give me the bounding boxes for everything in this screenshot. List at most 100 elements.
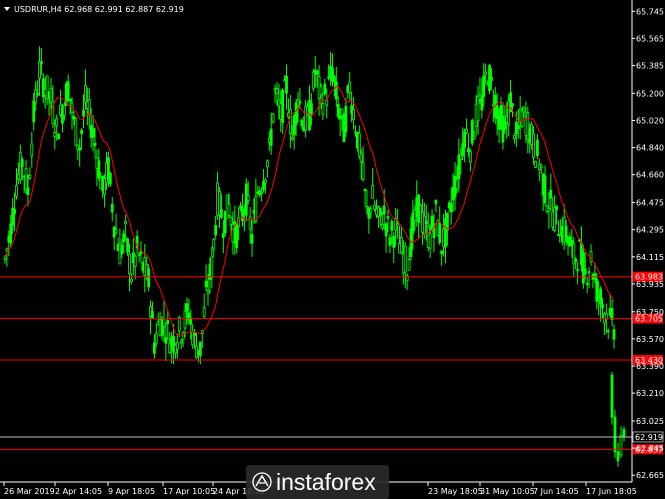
- candle-body: [403, 245, 407, 273]
- candle-body: [482, 75, 486, 97]
- candle-body: [434, 200, 438, 205]
- candle-body: [386, 216, 390, 219]
- candle-body: [62, 105, 66, 116]
- candle-body: [497, 116, 501, 130]
- candle-body: [574, 258, 578, 263]
- candle-body: [198, 341, 202, 356]
- candle-body: [365, 206, 369, 209]
- candle-body: [613, 416, 617, 453]
- candle-body: [9, 223, 13, 244]
- candle-body: [601, 304, 604, 309]
- candle-body: [382, 205, 386, 215]
- price-tick-label: 64.475: [636, 199, 664, 208]
- candle-body: [371, 185, 375, 199]
- candle-body: [183, 310, 187, 329]
- candle-body: [68, 98, 72, 102]
- candle-body: [520, 110, 524, 127]
- candle-body: [133, 255, 137, 267]
- candle-body: [340, 108, 344, 117]
- time-tick-label: 17 Jun 18:05: [586, 487, 637, 496]
- candle-body: [91, 128, 95, 138]
- candle-body: [84, 85, 87, 103]
- candle-body: [193, 332, 196, 336]
- candle-body: [214, 224, 218, 236]
- candle-body: [424, 220, 428, 224]
- price-tick-label: 63.750: [636, 308, 664, 317]
- candle-body: [334, 81, 338, 100]
- candle-body: [271, 113, 275, 123]
- candle-body: [463, 131, 467, 148]
- candle-body: [66, 81, 70, 100]
- current-price-label: 62.919: [635, 433, 663, 442]
- candle-body: [177, 316, 181, 332]
- candle-body: [612, 329, 616, 340]
- candle-body: [151, 311, 154, 319]
- candle-body: [344, 105, 348, 133]
- candle-body: [516, 125, 520, 130]
- candle-body: [260, 191, 264, 194]
- candle: [74, 116, 78, 147]
- candle-body: [210, 256, 214, 278]
- candle-body: [583, 268, 587, 275]
- candle-body: [534, 160, 537, 168]
- candle-body: [24, 168, 28, 191]
- candle-body: [128, 253, 131, 275]
- candle-body: [250, 234, 254, 244]
- candle-body: [300, 119, 304, 127]
- candle-body: [616, 451, 620, 462]
- candle-body: [549, 189, 553, 199]
- candle-body: [610, 308, 614, 321]
- candle-body: [175, 342, 179, 350]
- time-tick-label: 2 Apr 14:05: [55, 487, 102, 496]
- candle-body: [162, 318, 166, 327]
- candle-body: [36, 93, 39, 96]
- candle-body: [384, 223, 388, 237]
- price-tick-label: 62.665: [636, 471, 664, 480]
- candle-body: [585, 283, 589, 285]
- candle-body: [264, 179, 267, 184]
- candle-body: [352, 109, 355, 120]
- price-tick-label: 62.845: [636, 444, 664, 453]
- price-chart[interactable]: 63.98363.70563.43062.837 62.919 65.74565…: [0, 0, 665, 499]
- candle-body: [220, 209, 223, 218]
- candle-body: [465, 128, 468, 134]
- candle-body: [325, 99, 329, 106]
- candle-body: [93, 143, 97, 146]
- candle-body: [275, 88, 279, 95]
- candle-body: [499, 105, 503, 118]
- candle-body: [32, 100, 36, 123]
- price-tick-label: 64.840: [636, 144, 664, 153]
- candle-body: [179, 340, 183, 344]
- candle-body: [26, 187, 30, 195]
- price-tick-label: 65.565: [636, 34, 664, 43]
- candle-body: [428, 233, 432, 249]
- candle-body: [338, 115, 342, 120]
- candle-body: [553, 207, 557, 231]
- candle-body: [152, 342, 156, 354]
- candle-body: [212, 239, 216, 250]
- candle-body: [513, 134, 516, 140]
- price-tick-label: 65.020: [636, 116, 664, 125]
- chart-title: USDRUR,H4 62.968 62.991 62.887 62.919: [14, 5, 184, 14]
- candle-body: [522, 107, 526, 113]
- price-tick-label: 64.115: [636, 253, 664, 262]
- candle-body: [78, 147, 82, 151]
- candle-body: [82, 110, 85, 117]
- candle-body: [122, 233, 126, 243]
- candle-body: [55, 118, 59, 127]
- price-tick-label: 63.390: [636, 362, 664, 371]
- candle-body: [129, 278, 133, 282]
- time-tick-label: 23 May 18:05: [428, 487, 483, 496]
- candle-body: [57, 134, 61, 140]
- candle-body: [97, 160, 101, 179]
- candle-body: [221, 233, 225, 238]
- candle-body: [229, 216, 233, 225]
- candle-body: [555, 205, 558, 211]
- candle-body: [20, 159, 24, 168]
- candle-body: [310, 103, 313, 115]
- candle-body: [535, 139, 539, 156]
- candle-body: [265, 160, 269, 168]
- candle-body: [288, 109, 292, 135]
- time-tick-label: 17 Apr 10:05: [163, 487, 215, 496]
- candle-body: [445, 212, 449, 231]
